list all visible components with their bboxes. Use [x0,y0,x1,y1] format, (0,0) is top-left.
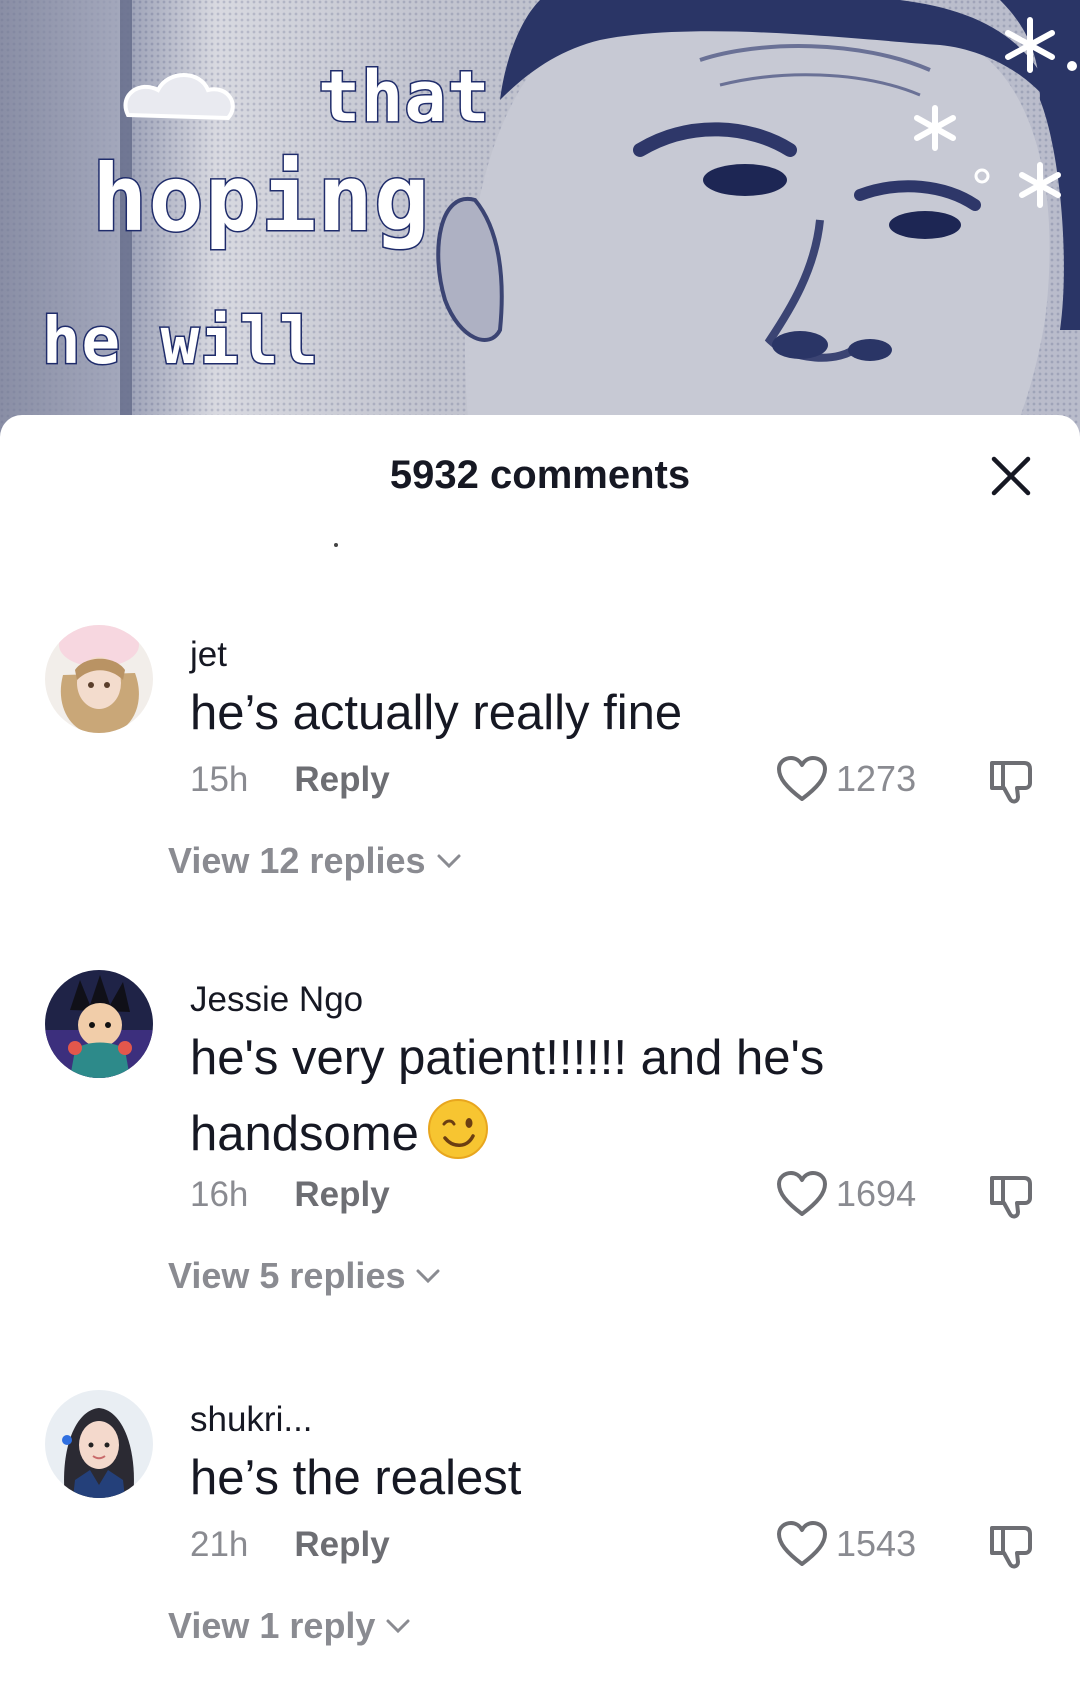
like-button[interactable]: 1543 [776,1520,916,1568]
comment-username[interactable]: Jessie Ngo [190,980,363,1020]
thumbs-down-icon [990,761,1032,804]
thumbs-down-icon [990,1526,1032,1569]
comment-text-content: he's very patient!!!!!! and he's handsom… [190,1031,825,1161]
view-replies-label: View 5 replies [168,1255,406,1296]
view-replies-label: View 12 replies [168,840,426,881]
comment-meta: 15h Reply [190,760,390,800]
like-count: 1694 [836,1173,917,1214]
avatar-image [45,1390,153,1498]
close-icon [991,456,1031,496]
view-replies-button[interactable]: View 5 replies [168,1255,441,1297]
chevron-down-icon [386,1619,410,1634]
comments-header: 5932 comments [0,415,1080,535]
avatar[interactable] [45,1390,153,1498]
like-button[interactable]: 1694 [776,1170,916,1218]
comment-username[interactable]: shukri... [190,1400,313,1440]
avatar-image [45,970,153,1078]
dislike-button[interactable] [986,757,1036,812]
like-count: 1543 [836,1523,917,1564]
comment-text: he’s actually really fine [190,686,683,740]
comment-meta: 16h Reply [190,1175,390,1215]
like-count: 1273 [836,758,917,799]
comment-time: 15h [190,760,249,799]
view-replies-label: View 1 reply [168,1605,376,1646]
sticker-text-hoping: hoping [90,144,431,254]
sticker-text-that: that [317,55,492,140]
heart-outline-icon [777,1521,827,1566]
reply-button[interactable]: Reply [294,1525,389,1564]
winking-face-emoji-icon [427,1099,488,1159]
sticker-text-he-will: he will [41,304,320,381]
avatar[interactable] [45,625,153,733]
view-replies-button[interactable]: View 1 reply [168,1605,411,1647]
decorative-dot [334,543,338,547]
comment-time: 21h [190,1525,249,1564]
reply-button[interactable]: Reply [294,760,389,799]
view-replies-button[interactable]: View 12 replies [168,840,462,882]
comment-text: he’s the realest [190,1451,522,1505]
thumbs-down-icon [990,1176,1032,1219]
comment-username[interactable]: jet [190,635,227,675]
dislike-button[interactable] [986,1522,1036,1577]
dislike-button[interactable] [986,1172,1036,1227]
close-button[interactable] [988,453,1034,499]
like-button[interactable]: 1273 [776,755,916,803]
comment-count-title: 5932 comments [389,453,691,497]
comment-text: he's very patient!!!!!! and he's handsom… [190,1020,910,1172]
avatar-image [45,625,153,733]
comments-sheet: 5932 comments jet he’s actually really f… [0,415,1080,1705]
comment-time: 16h [190,1175,249,1214]
heart-outline-icon [777,1171,827,1216]
video-frame[interactable]: that hoping he will [0,0,1080,440]
chevron-down-icon [416,1269,440,1284]
heart-outline-icon [777,756,827,801]
reply-button[interactable]: Reply [294,1175,389,1214]
chevron-down-icon [437,854,461,869]
comment-meta: 21h Reply [190,1525,390,1565]
avatar[interactable] [45,970,153,1078]
